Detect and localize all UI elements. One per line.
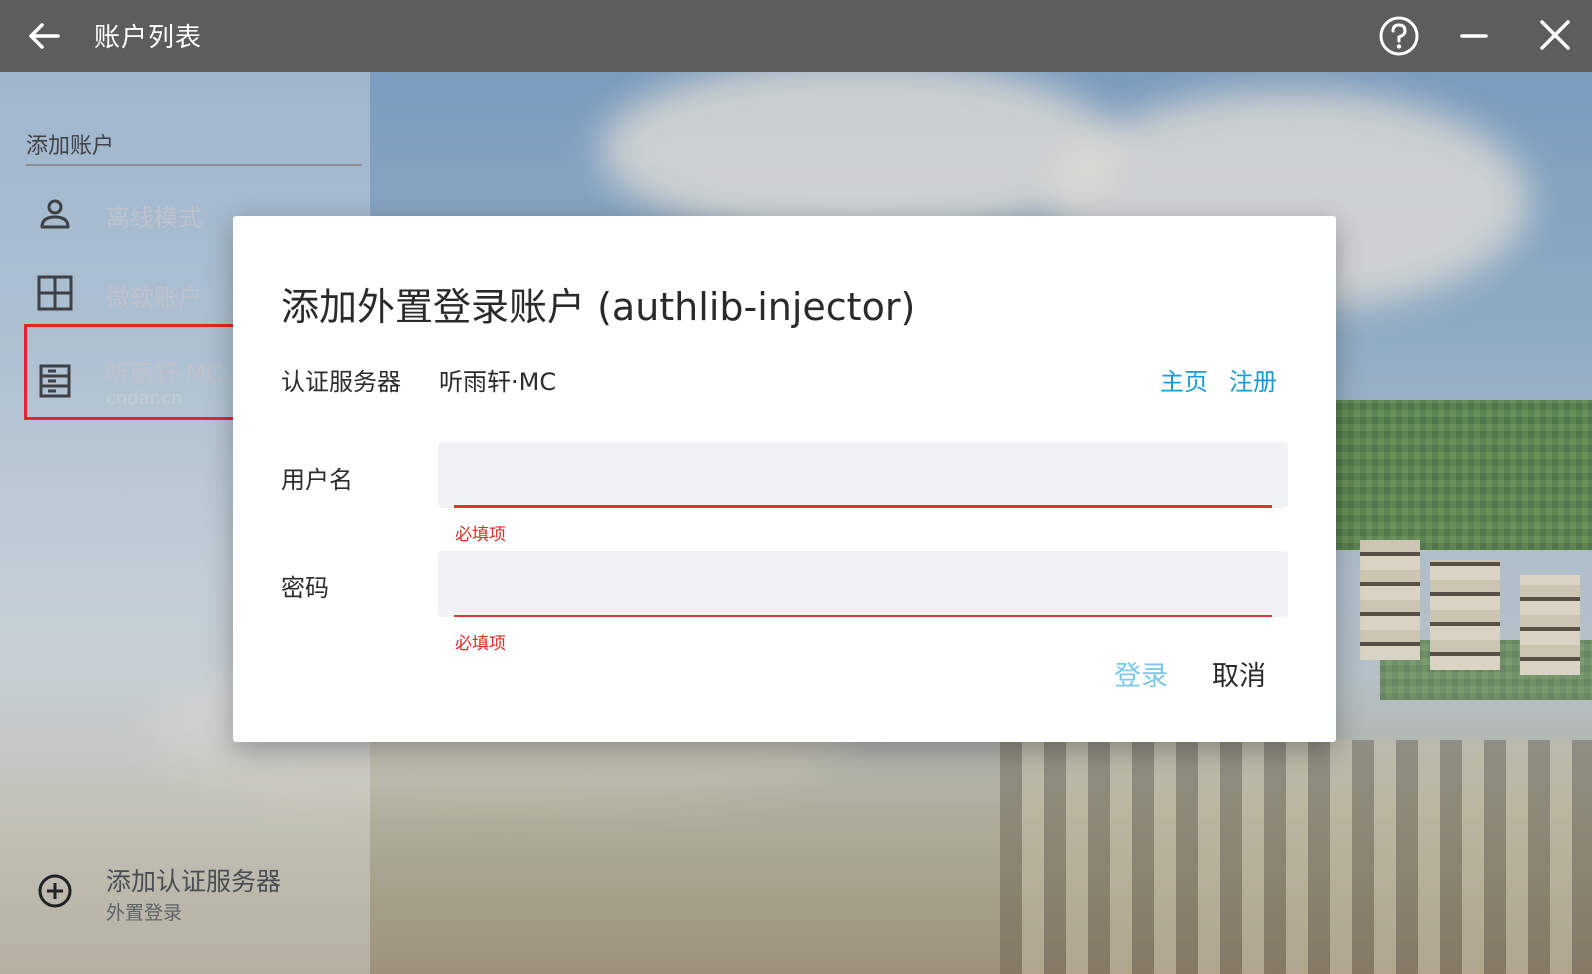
sidebar-item-label: 微软账户	[106, 284, 202, 312]
window-title: 账户列表	[94, 23, 203, 53]
register-link[interactable]: 注册	[1229, 362, 1277, 397]
person-icon	[36, 195, 74, 233]
add-account-dialog: 添加外置登录账户 (authlib-injector) 认证服务器 听雨轩·MC…	[233, 216, 1336, 742]
auth-server-label: 认证服务器	[281, 368, 401, 396]
password-error-underline	[454, 615, 1272, 617]
add-account-section-title: 添加账户	[26, 128, 362, 166]
add-auth-server-button[interactable]: 添加认证服务器 外置登录	[26, 858, 346, 928]
cancel-button[interactable]: 取消	[1212, 654, 1266, 693]
password-input[interactable]	[454, 551, 1272, 613]
plus-circle-icon	[36, 872, 74, 910]
grid-icon	[36, 274, 74, 312]
username-error-text: 必填项	[455, 525, 506, 545]
dialog-title: 添加外置登录账户 (authlib-injector)	[281, 285, 916, 329]
username-field-container	[438, 442, 1288, 508]
password-field-container	[438, 551, 1288, 617]
username-input[interactable]	[454, 442, 1272, 504]
password-label: 密码	[281, 574, 329, 602]
login-button[interactable]: 登录	[1114, 654, 1168, 693]
username-label: 用户名	[281, 466, 353, 494]
auth-server-name: 听雨轩·MC	[439, 368, 557, 396]
sidebar-item-label: 离线模式	[106, 204, 202, 232]
arrow-left-icon[interactable]	[24, 16, 64, 56]
username-error-underline	[454, 505, 1272, 508]
minimize-icon[interactable]	[1454, 16, 1494, 56]
add-auth-server-sublabel: 外置登录	[106, 902, 183, 924]
add-auth-server-label: 添加认证服务器	[106, 867, 282, 896]
password-error-text: 必填项	[455, 634, 506, 654]
title-bar: 账户列表	[0, 0, 1592, 72]
home-link[interactable]: 主页	[1160, 362, 1208, 397]
highlight-annotation-box	[24, 324, 256, 420]
close-icon[interactable]	[1534, 14, 1576, 56]
help-circle-icon[interactable]	[1376, 13, 1422, 59]
